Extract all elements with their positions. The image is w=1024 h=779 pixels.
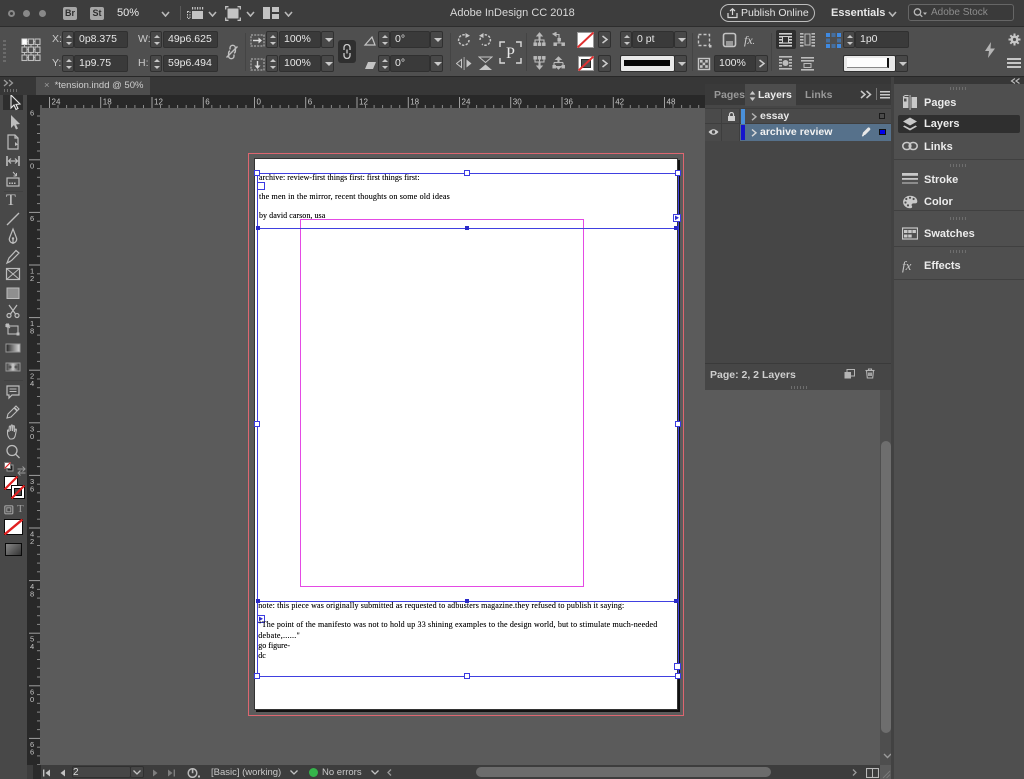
svg-text:30: 30 <box>513 98 522 107</box>
svg-text:P: P <box>506 45 515 62</box>
svg-text:24: 24 <box>52 98 61 107</box>
svg-text:fx: fx <box>902 258 912 273</box>
svg-text:18: 18 <box>103 98 112 107</box>
svg-text:48: 48 <box>667 98 676 107</box>
svg-text:12: 12 <box>154 98 163 107</box>
svg-text:0: 0 <box>30 695 34 704</box>
svg-text:36: 36 <box>564 98 573 107</box>
svg-text:T: T <box>6 192 16 209</box>
svg-text:18: 18 <box>410 98 419 107</box>
svg-text:4: 4 <box>30 379 34 388</box>
svg-text:6: 6 <box>308 98 313 107</box>
svg-text:42: 42 <box>615 98 624 107</box>
svg-text:0: 0 <box>30 432 34 441</box>
svg-text:24: 24 <box>462 98 471 107</box>
svg-text:2: 2 <box>30 537 34 546</box>
svg-text:8: 8 <box>30 327 34 336</box>
svg-text:4: 4 <box>30 642 34 651</box>
svg-text:0: 0 <box>30 161 34 170</box>
svg-text:2: 2 <box>30 274 34 283</box>
svg-text:12: 12 <box>359 98 368 107</box>
svg-text:0: 0 <box>257 98 262 107</box>
svg-text:6: 6 <box>30 214 34 223</box>
svg-text:6: 6 <box>205 98 210 107</box>
svg-text:6: 6 <box>30 747 34 756</box>
svg-text:8: 8 <box>30 590 34 599</box>
svg-text:6: 6 <box>30 484 34 493</box>
svg-text:6: 6 <box>30 109 34 118</box>
